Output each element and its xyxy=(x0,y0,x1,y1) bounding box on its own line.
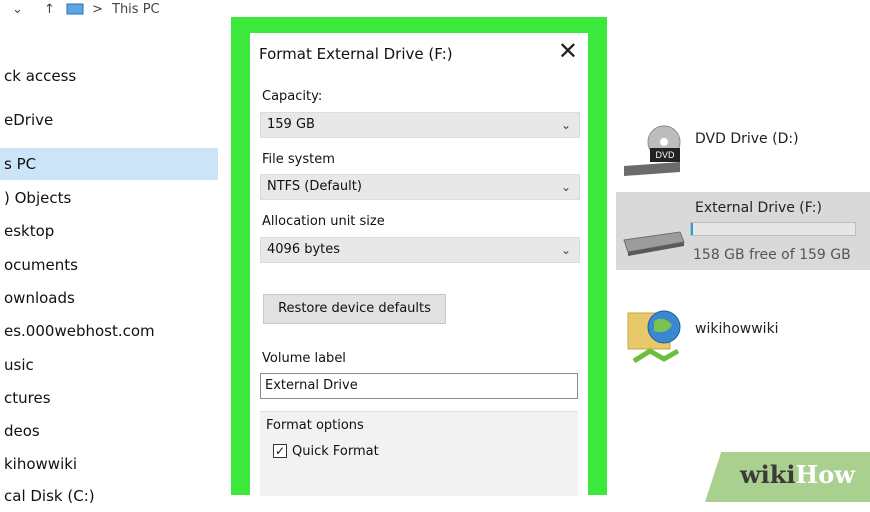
allocation-label: Allocation unit size xyxy=(262,214,385,229)
format-options-group: Format options ✓ Quick Format xyxy=(260,411,578,496)
chevron-down-icon[interactable]: ⌄ xyxy=(12,2,23,17)
format-options-label: Format options xyxy=(266,418,364,433)
network-location-name[interactable]: wikihowwiki xyxy=(695,321,779,337)
restore-defaults-button[interactable]: Restore device defaults xyxy=(263,294,446,324)
volume-label-label: Volume label xyxy=(262,351,346,366)
capacity-value: 159 GB xyxy=(267,117,315,132)
sidebar-item-pictures[interactable]: ctures xyxy=(0,382,218,414)
chevron-down-icon: ⌄ xyxy=(560,180,571,194)
allocation-value: 4096 bytes xyxy=(267,242,341,257)
capacity-select[interactable]: 159 GB ⌄ xyxy=(260,112,580,138)
sidebar-item-downloads[interactable]: ownloads xyxy=(0,282,218,314)
sidebar-item-videos[interactable]: deos xyxy=(0,415,218,447)
sidebar-item-webhost[interactable]: es.000webhost.com xyxy=(0,315,218,347)
quick-format-checkbox[interactable]: ✓ xyxy=(273,444,287,458)
sidebar-item-local-disk[interactable]: cal Disk (C:) xyxy=(0,480,218,512)
drive-free-space: 158 GB free of 159 GB xyxy=(693,247,851,263)
close-icon[interactable]: ✕ xyxy=(558,37,578,65)
sidebar-item-3d-objects[interactable]: ) Objects xyxy=(0,182,218,214)
filesystem-label: File system xyxy=(262,152,335,167)
navigation-pane: ck access eDrive s PC ) Objects esktop o… xyxy=(0,24,219,505)
filesystem-value: NTFS (Default) xyxy=(267,179,362,194)
format-dialog: Format External Drive (F:) ✕ Capacity: 1… xyxy=(250,33,588,496)
capacity-label: Capacity: xyxy=(262,89,323,104)
breadcrumb-this-pc[interactable]: This PC xyxy=(112,2,160,17)
dialog-title: Format External Drive (F:) xyxy=(259,45,453,63)
sidebar-item-documents[interactable]: ocuments xyxy=(0,249,218,281)
external-drive-name[interactable]: External Drive (F:) xyxy=(695,200,822,216)
volume-label-input[interactable]: External Drive xyxy=(260,373,578,399)
allocation-select[interactable]: 4096 bytes ⌄ xyxy=(260,237,580,263)
sidebar-item-wikihowwiki[interactable]: kihowwiki xyxy=(0,448,218,480)
drive-usage-bar xyxy=(690,222,856,236)
network-location-icon[interactable] xyxy=(624,305,686,371)
sidebar-item-this-pc[interactable]: s PC xyxy=(0,148,218,180)
hard-drive-icon[interactable] xyxy=(622,226,686,256)
breadcrumb-separator: > xyxy=(92,2,103,17)
sidebar-item-music[interactable]: usic xyxy=(0,349,218,381)
quick-format-label[interactable]: Quick Format xyxy=(292,444,379,459)
sidebar-item-desktop[interactable]: esktop xyxy=(0,215,218,247)
chevron-down-icon: ⌄ xyxy=(560,243,571,257)
dvd-drive-name[interactable]: DVD Drive (D:) xyxy=(695,131,799,147)
this-pc-icon xyxy=(66,3,84,15)
up-arrow-icon[interactable]: ↑ xyxy=(44,2,55,17)
chevron-down-icon: ⌄ xyxy=(560,118,571,132)
sidebar-item-quick-access[interactable]: ck access xyxy=(0,60,218,92)
dvd-drive-icon[interactable]: DVD xyxy=(622,122,686,178)
sidebar-item-onedrive[interactable]: eDrive xyxy=(0,104,218,136)
wikihow-logo: wikiHow xyxy=(740,460,855,489)
drive-usage-fill xyxy=(691,223,693,235)
filesystem-select[interactable]: NTFS (Default) ⌄ xyxy=(260,174,580,200)
svg-text:DVD: DVD xyxy=(655,150,675,160)
